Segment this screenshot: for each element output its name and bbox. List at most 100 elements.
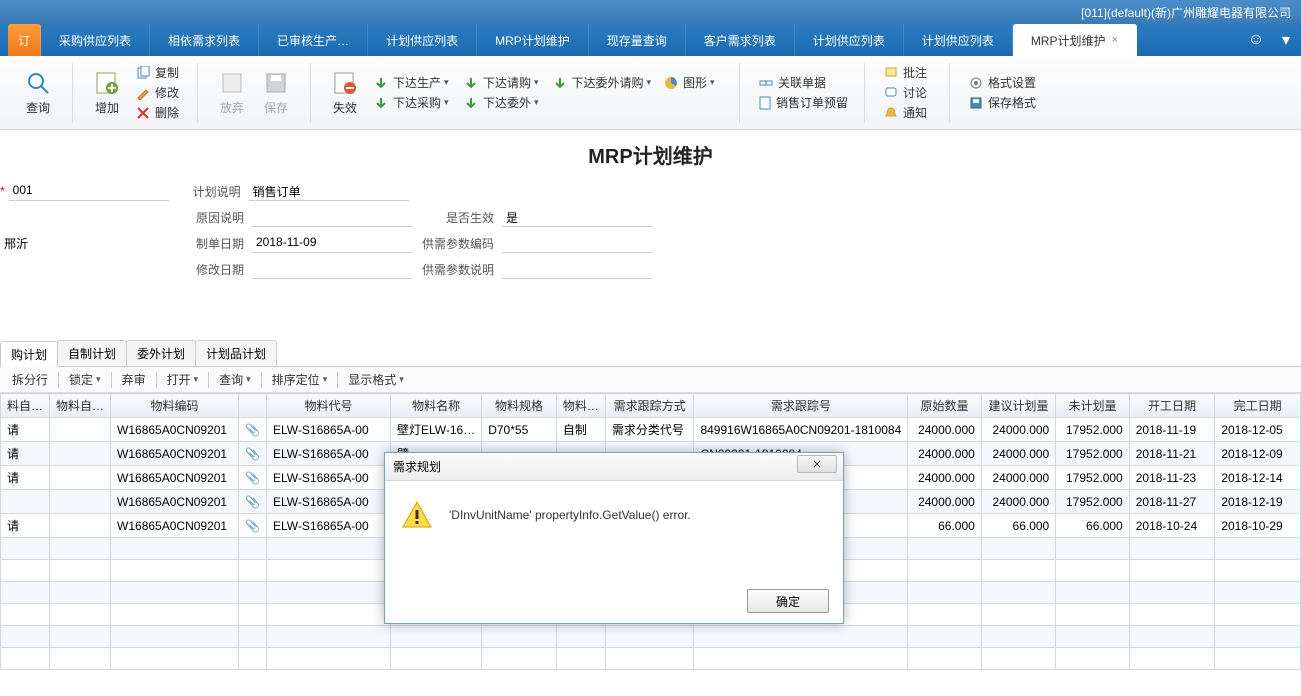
close-icon[interactable]: × xyxy=(1111,34,1117,46)
sub-tab-1[interactable]: 自制计划 xyxy=(57,340,127,366)
plan-desc-field[interactable]: 销售订单 xyxy=(249,181,409,201)
sub-tab-3[interactable]: 计划品计划 xyxy=(195,340,277,366)
arrow-down-icon xyxy=(373,75,389,91)
fmt-set-button[interactable]: 格式设置 xyxy=(962,73,1042,93)
discard-audit-button[interactable]: 弃审 xyxy=(116,369,152,390)
notify-button[interactable]: 通知 xyxy=(877,103,937,123)
chart-button[interactable]: 图形▾ xyxy=(657,73,727,93)
arrow-down-icon xyxy=(373,95,389,111)
copy-button[interactable]: 复制 xyxy=(129,63,185,83)
display-fmt-button[interactable]: 显示格式▾ xyxy=(342,369,410,390)
tab-1[interactable]: 相依需求列表 xyxy=(150,24,259,56)
chevron-down-icon: ▾ xyxy=(534,77,539,88)
modify-date-label: 修改日期 xyxy=(192,261,252,278)
person-field: 邢沂 xyxy=(0,233,170,253)
col-h14[interactable]: 完工日期 xyxy=(1215,394,1301,418)
create-date-field[interactable]: 2018-11-09 xyxy=(252,233,412,253)
approve-button[interactable]: 批注 xyxy=(877,63,937,83)
query-button[interactable]: 查询 xyxy=(16,63,60,123)
issue-purch-button[interactable]: 下达采购▾ xyxy=(367,93,457,113)
reason-label: 原因说明 xyxy=(192,209,252,226)
plan-desc-label: 计划说明 xyxy=(189,183,249,200)
delete-button[interactable]: 删除 xyxy=(129,103,185,123)
tab-4[interactable]: MRP计划维护 xyxy=(477,24,589,56)
tab-6[interactable]: 客户需求列表 xyxy=(686,24,795,56)
chevron-down-icon: ▾ xyxy=(646,77,651,88)
tab-8[interactable]: 计划供应列表 xyxy=(904,24,1013,56)
col-h10[interactable]: 原始数量 xyxy=(908,394,982,418)
col-h9[interactable]: 需求跟踪号 xyxy=(694,394,908,418)
col-clip[interactable] xyxy=(239,394,267,418)
search-icon xyxy=(24,69,52,97)
save-button[interactable]: 保存 xyxy=(254,63,298,123)
chat-icon xyxy=(883,85,899,101)
grid-query-button[interactable]: 查询▾ xyxy=(213,369,257,390)
discuss-button[interactable]: 讨论 xyxy=(877,83,937,103)
pencil-icon xyxy=(135,85,151,101)
save-icon xyxy=(968,95,984,111)
main-tabs: 订 采购供应列表 相依需求列表 已审核生产… 计划供应列表 MRP计划维护 现存… xyxy=(0,24,1301,56)
col-h7[interactable]: 物料… xyxy=(556,394,605,418)
issue-out-button[interactable]: 下达委外请购▾ xyxy=(547,73,657,93)
issue-prod-button[interactable]: 下达生产▾ xyxy=(367,73,457,93)
col-h12[interactable]: 未计划量 xyxy=(1056,394,1130,418)
issue-outsource-button[interactable]: 下达委外▾ xyxy=(457,93,547,113)
invalid-button[interactable]: 失效 xyxy=(323,63,367,123)
dialog-close-button[interactable]: ✕ xyxy=(797,455,837,473)
smiley-icon[interactable]: ☺ xyxy=(1241,24,1271,56)
tab-0[interactable]: 采购供应列表 xyxy=(41,24,150,56)
invalid-icon xyxy=(331,69,359,97)
page-title: MRP计划维护 xyxy=(0,130,1301,175)
sub-tab-0[interactable]: 购计划 xyxy=(0,341,58,367)
grid-toolbar: 拆分行 锁定▾ 弃审 打开▾ 查询▾ 排序定位▾ 显示格式▾ xyxy=(0,367,1301,393)
chevron-down-icon[interactable]: ▾ xyxy=(1271,24,1301,56)
modify-button[interactable]: 修改 xyxy=(129,83,185,103)
issue-req-button[interactable]: 下达请购▾ xyxy=(457,73,547,93)
warning-icon xyxy=(401,499,433,531)
code-field[interactable]: 001 xyxy=(9,181,169,201)
chevron-down-icon: ▾ xyxy=(710,77,715,88)
tab-active[interactable]: MRP计划维护× xyxy=(1013,24,1137,56)
tab-2[interactable]: 已审核生产… xyxy=(259,24,368,56)
link-doc-button[interactable]: 关联单据 xyxy=(752,73,852,93)
modify-date-field[interactable] xyxy=(252,259,412,279)
table-row[interactable]: 请W16865A0CN09201📎ELW-S16865A-00壁灯ELW-16…… xyxy=(1,418,1301,442)
col-h1[interactable]: 物料自… xyxy=(50,394,111,418)
param-code-field[interactable] xyxy=(502,233,652,253)
copy-icon xyxy=(135,65,151,81)
table-row[interactable] xyxy=(1,648,1301,670)
sub-tab-2[interactable]: 委外计划 xyxy=(126,340,196,366)
lock-button[interactable]: 锁定▾ xyxy=(63,369,107,390)
table-row[interactable] xyxy=(1,626,1301,648)
tab-7[interactable]: 计划供应列表 xyxy=(795,24,904,56)
fmt-save-button[interactable]: 保存格式 xyxy=(962,93,1042,113)
open-button[interactable]: 打开▾ xyxy=(161,369,205,390)
param-code-label: 供需参数编码 xyxy=(422,235,502,252)
tab-3[interactable]: 计划供应列表 xyxy=(368,24,477,56)
col-h2[interactable]: 物料编码 xyxy=(111,394,239,418)
dialog-message: 'DInvUnitName' propertyInfo.GetValue() e… xyxy=(449,508,691,522)
chevron-down-icon: ▾ xyxy=(534,97,539,108)
col-h8[interactable]: 需求跟踪方式 xyxy=(605,394,694,418)
doc-icon xyxy=(758,95,772,111)
reason-field[interactable] xyxy=(252,207,412,227)
discard-button[interactable]: 放弃 xyxy=(210,63,254,123)
error-dialog: 需求规划 ✕ 'DInvUnitName' propertyInfo.GetVa… xyxy=(384,452,844,624)
add-button[interactable]: 增加 xyxy=(85,63,129,123)
pie-icon xyxy=(663,75,679,91)
split-button[interactable]: 拆分行 xyxy=(6,369,54,390)
dialog-ok-button[interactable]: 确定 xyxy=(747,589,829,613)
sub-tabs: 购计划 自制计划 委外计划 计划品计划 xyxy=(0,343,1301,367)
sales-preview-button[interactable]: 销售订单预留 xyxy=(752,93,852,113)
col-h6[interactable]: 物料规格 xyxy=(482,394,557,418)
col-h0[interactable]: 料自… xyxy=(1,394,50,418)
tab-5[interactable]: 现存量查询 xyxy=(589,24,686,56)
tab-home[interactable]: 订 xyxy=(8,24,41,56)
effective-field[interactable]: 是 xyxy=(502,207,652,227)
sort-button[interactable]: 排序定位▾ xyxy=(266,369,334,390)
param-desc-field[interactable] xyxy=(502,259,652,279)
col-h4[interactable]: 物料代号 xyxy=(267,394,391,418)
col-h5[interactable]: 物料名称 xyxy=(390,394,481,418)
col-h11[interactable]: 建议计划量 xyxy=(981,394,1055,418)
col-h13[interactable]: 开工日期 xyxy=(1129,394,1215,418)
